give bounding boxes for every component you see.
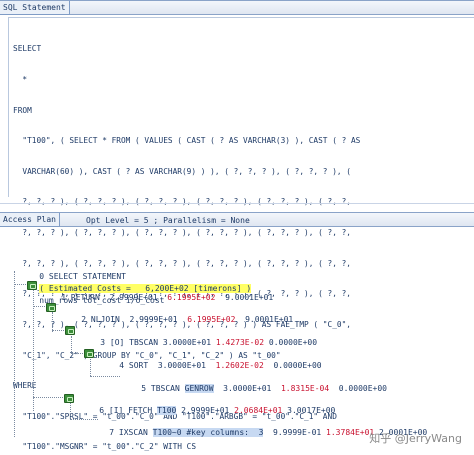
num-rows-value: 2.9999E+01 xyxy=(109,293,158,302)
num-rows-value: 3.0000E+01 xyxy=(157,361,206,370)
plan-node-label: 3 [O] TBSCAN xyxy=(100,338,159,347)
plan-node-0[interactable]: 0 SELECT STATEMENT ( Estimated Costs = 6… xyxy=(20,259,252,305)
io-cost-value: 0.0000E+00 xyxy=(338,384,387,393)
operator-icon[interactable] xyxy=(65,326,75,335)
sql-line: "T100", ( SELECT * FROM ( VALUES ( CAST … xyxy=(13,136,361,146)
table-name-highlight: T100~0 #key columns: 3 xyxy=(152,428,264,437)
io-cost-value: 3.0017E+00 xyxy=(287,406,336,415)
tot-cost-value: 6.1995E+02 xyxy=(167,293,216,302)
tot-cost-value: 1.8315E-04 xyxy=(280,384,330,393)
panel-splitter[interactable] xyxy=(0,203,474,204)
plan-node-6[interactable]: 6 [I] FETCH T100 2.9999E+01 2.0684E+01 3… xyxy=(80,393,335,415)
plan-node-label: 2 NLJOIN xyxy=(81,315,120,324)
io-cost-value: 0.0000E+00 xyxy=(273,361,322,370)
operator-icon[interactable] xyxy=(64,394,74,403)
tot-cost-value: 1.2602E-02 xyxy=(215,361,264,370)
plan-node-7[interactable]: 7 IXSCAN T100~0 #key columns: 3 9.9999E-… xyxy=(90,415,427,437)
plan-node-label: 7 IXSCAN xyxy=(109,428,148,437)
tot-cost-value: 1.3784E+01 xyxy=(326,428,375,437)
access-plan-tab[interactable]: Access Plan xyxy=(0,213,60,227)
io-cost-value: 0.0000E+00 xyxy=(268,338,318,347)
tot-cost-value: 2.0684E+01 xyxy=(234,406,283,415)
sql-statement-header: SQL Statement xyxy=(0,0,474,15)
plan-node-4[interactable]: 4 SORT 3.0000E+01 1.2602E-02 0.0000E+00 xyxy=(100,348,321,370)
plan-node-2[interactable]: 2 NLJOIN 2.9999E+01 6.1995E+02 9.0001E+0… xyxy=(62,302,293,324)
operator-icon[interactable] xyxy=(84,349,94,358)
sql-statement-panel: SELECT * FROM "T100", ( SELECT * FROM ( … xyxy=(8,17,474,451)
table-name-highlight: GENROW xyxy=(184,384,214,393)
plan-node-label: 6 [I] FETCH xyxy=(99,406,153,415)
access-plan-tree: 0 SELECT STATEMENT ( Estimated Costs = 6… xyxy=(0,229,474,455)
operator-icon[interactable] xyxy=(46,303,56,312)
sql-line: * xyxy=(13,75,28,85)
plan-options: Opt Level = 5 ; Parallelism = None xyxy=(86,216,250,225)
plan-node-3[interactable]: 3 [O] TBSCAN 3.0000E+01 1.4273E-02 0.000… xyxy=(81,325,317,347)
num-rows-value: 3.0000E+01 xyxy=(162,338,212,347)
access-plan-header: Access Plan Opt Level = 5 ; Parallelism … xyxy=(0,212,474,227)
sql-line: VARCHAR(60) ), CAST ( ? AS VARCHAR(9) ) … xyxy=(13,166,351,176)
operator-icon[interactable] xyxy=(27,281,37,290)
tot-cost-value: 6.1995E+02 xyxy=(187,315,236,324)
table-name-highlight: T100 xyxy=(157,406,177,415)
sql-line: FROM xyxy=(13,105,32,115)
io-cost-value: 9.0001E+01 xyxy=(225,293,274,302)
plan-node-label: 4 SORT xyxy=(119,361,149,370)
watermark: 知乎 @JerryWang xyxy=(369,432,462,445)
plan-node-5[interactable]: 5 TBSCAN GENROW 3.0000E+01 1.8315E-04 0.… xyxy=(122,371,387,393)
plan-node-1[interactable]: 1 RETURN 2.9999E+01 6.1995E+02 9.0001E+0… xyxy=(42,280,273,302)
num-rows-value: 2.9999E+01 xyxy=(181,406,230,415)
io-cost-value: 9.0001E+01 xyxy=(245,315,294,324)
num-rows-value: 2.9999E+01 xyxy=(129,315,178,324)
sql-line: SELECT xyxy=(13,44,42,54)
sql-statement-tab[interactable]: SQL Statement xyxy=(0,1,70,15)
tot-cost-value: 1.4273E-02 xyxy=(215,338,265,347)
plan-node-label: 1 RETURN xyxy=(61,293,100,302)
plan-node-label: 5 TBSCAN xyxy=(141,384,180,393)
num-rows-value: 9.9999E-01 xyxy=(273,428,322,437)
num-rows-value: 3.0000E+01 xyxy=(223,384,272,393)
